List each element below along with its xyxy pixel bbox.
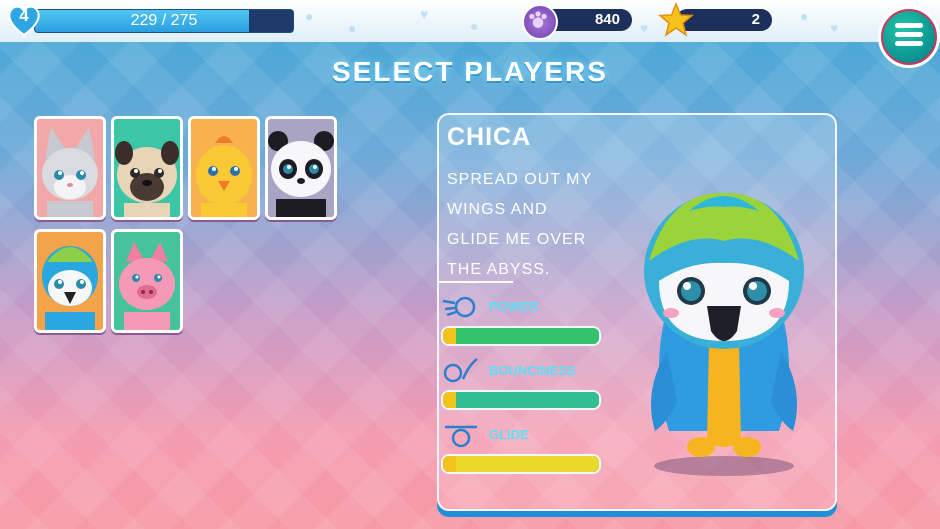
parrot-portrait-icon: [37, 232, 103, 330]
divider: [439, 281, 513, 283]
stat-segment: [534, 392, 548, 408]
bounciness-bar: [441, 390, 601, 410]
stat-segment: [521, 328, 535, 344]
stat-segment: [456, 456, 470, 472]
power-stat-icon: [442, 296, 476, 318]
stat-segment: [443, 328, 457, 344]
description-line: GLIDE ME OVER: [447, 231, 587, 248]
character-card-pig[interactable]: [111, 229, 183, 333]
bounciness-label: BOUNCINESS: [489, 363, 576, 378]
stat-segment: [495, 456, 509, 472]
stat-segment: [547, 456, 561, 472]
stat-segment: [469, 456, 483, 472]
paw-decor-icon: ●: [470, 18, 479, 34]
stat-segment: [560, 392, 574, 408]
bounciness-stat-icon: [443, 358, 478, 383]
stat-segment: [469, 392, 483, 408]
paw-currency-value: 840: [594, 11, 620, 28]
xp-progress-bar: 229 / 275: [34, 9, 294, 33]
description-line: WINGS AND: [447, 201, 548, 218]
glide-label: GLIDE: [489, 427, 529, 442]
stat-segment: [482, 456, 496, 472]
character-description: SPREAD OUT MY WINGS AND GLIDE ME OVER TH…: [447, 165, 617, 285]
character-card-pug[interactable]: [111, 116, 183, 220]
character-card-panda[interactable]: [265, 116, 337, 220]
stat-segment: [586, 328, 599, 344]
stat-segment: [521, 392, 535, 408]
description-line: SPREAD OUT MY: [447, 171, 593, 188]
cat-portrait-icon: [37, 119, 103, 217]
stat-segment: [443, 392, 457, 408]
glide-stat-icon: [445, 425, 477, 448]
character-card-chick[interactable]: [188, 116, 260, 220]
level-number: 4: [19, 6, 29, 25]
character-card-parrot[interactable]: [34, 229, 106, 333]
paw-decor-icon: ♥: [830, 20, 839, 36]
stat-segment: [573, 392, 587, 408]
panda-portrait-icon: [268, 119, 334, 217]
stat-segment: [495, 328, 509, 344]
character-card-cat[interactable]: [34, 116, 106, 220]
stat-segment: [560, 456, 574, 472]
stat-segment: [534, 456, 548, 472]
stat-segment: [469, 328, 483, 344]
pig-portrait-icon: [114, 232, 180, 330]
parrot-character-illustration: [644, 192, 804, 476]
paw-decor-icon: ♥: [640, 20, 649, 36]
glide-bar: [441, 454, 601, 474]
stat-segment: [534, 328, 548, 344]
stat-segment: [521, 456, 535, 472]
stat-segment: [495, 392, 509, 408]
power-label: POWER: [489, 299, 539, 314]
stat-segment: [508, 456, 522, 472]
stat-segment: [482, 328, 496, 344]
chick-portrait-icon: [191, 119, 257, 217]
paw-decor-icon: ●: [348, 20, 357, 36]
stat-segment: [560, 328, 574, 344]
paw-decor-icon: ●: [305, 8, 314, 24]
stat-segment: [573, 328, 587, 344]
xp-text: 229 / 275: [130, 12, 198, 29]
stat-segment: [456, 392, 470, 408]
stat-segment: [573, 456, 587, 472]
paw-decor-icon: ♥: [420, 6, 429, 22]
stat-segment: [547, 328, 561, 344]
stat-segment: [586, 392, 599, 408]
paw-decor-icon: ●: [800, 8, 809, 24]
menu-icon-bar: [895, 41, 923, 46]
stat-segment: [547, 392, 561, 408]
star-value: 2: [751, 11, 760, 28]
page-title: SELECT PLAYERS: [332, 56, 608, 87]
stat-segment: [482, 392, 496, 408]
top-hud: ● ● ♥ ● ♥ ● ♥ 229 / 275 4 840 2: [0, 0, 940, 68]
paw-coin-icon: [522, 4, 558, 40]
stat-segment: [586, 456, 599, 472]
stat-segment: [508, 392, 522, 408]
stat-segment: [508, 328, 522, 344]
menu-icon-bar: [895, 32, 923, 37]
stat-segment: [443, 456, 457, 472]
star-icon: [658, 2, 694, 37]
character-name: CHICA: [447, 123, 532, 151]
menu-icon: [895, 23, 923, 28]
power-bar: [441, 326, 601, 346]
pug-portrait-icon: [114, 119, 180, 217]
stat-segment: [456, 328, 470, 344]
character-detail-panel: CHICA SPREAD OUT MY WINGS AND GLIDE ME O…: [437, 113, 837, 511]
